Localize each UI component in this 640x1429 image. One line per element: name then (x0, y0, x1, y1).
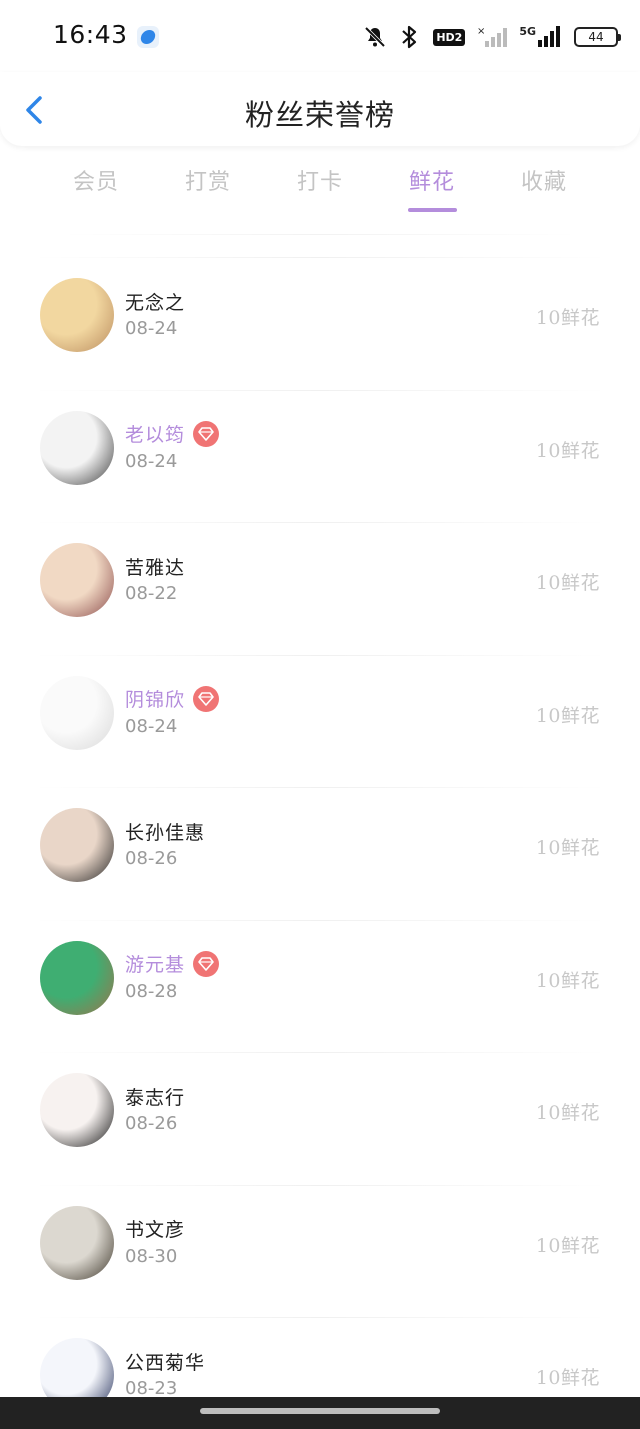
fan-name-line: 老以筠 (125, 420, 220, 447)
fan-name-line: 泰志行 (125, 1083, 185, 1109)
fan-row[interactable]: 无念之 08-24 10鲜花 (0, 248, 640, 381)
flower-count: 10鲜花 (535, 837, 600, 859)
system-nav-bar (0, 1397, 640, 1429)
fan-row[interactable]: 泰志行 08-26 10鲜花 (0, 1043, 640, 1176)
fan-name: 游元基 (125, 954, 186, 976)
fan-row[interactable]: 长孙佳惠 08-26 10鲜花 (0, 778, 640, 911)
flower-count: 10鲜花 (535, 1234, 600, 1257)
fan-date: 08-24 (125, 715, 178, 737)
fan-name: 公西菊华 (125, 1351, 206, 1374)
flower-count: 10鲜花 (535, 1102, 600, 1124)
page-title: 粉丝荣誉榜 (244, 98, 395, 132)
fan-name: 老以筠 (125, 424, 186, 446)
fan-list: 无念之 08-24 10鲜花 老以筠 08-24 10鲜花 苦雅达 08-22 10鲜花 阴锦欣 0… (0, 248, 640, 1429)
tab-tips[interactable]: 打赏 (152, 164, 264, 220)
fan-name: 无念之 (125, 291, 186, 314)
app-header: 粉丝荣誉榜 (0, 72, 640, 146)
status-bar: 16:43 HD2 × 5G 44 (0, 0, 640, 72)
fan-name-line: 阴锦欣 (125, 685, 220, 712)
fan-date: 08-24 (125, 450, 178, 472)
fan-date: 08-26 (125, 848, 178, 869)
fan-date: 08-23 (125, 1378, 178, 1399)
flower-count: 10鲜花 (535, 704, 600, 727)
avatar[interactable] (40, 410, 114, 485)
flower-count: 10鲜花 (535, 307, 600, 329)
tab-checkin[interactable]: 打卡 (264, 164, 376, 220)
fan-date: 08-30 (125, 1245, 178, 1267)
fan-date: 08-26 (125, 1113, 178, 1134)
status-time: 16:43 (53, 20, 128, 49)
fan-name: 长孙佳惠 (125, 821, 206, 844)
battery-icon: 44 (574, 27, 621, 47)
fan-date: 08-24 (125, 318, 178, 339)
status-icons: HD2 × 5G 44 (363, 22, 621, 52)
signal-5g-icon: 5G (519, 25, 562, 49)
fan-name: 苦雅达 (125, 556, 186, 579)
fan-name-line: 长孙佳惠 (125, 818, 205, 844)
avatar[interactable] (40, 278, 114, 352)
fan-name: 书文彦 (125, 1219, 186, 1241)
home-indicator[interactable] (200, 1408, 440, 1414)
network-label: 5G (519, 25, 536, 38)
fan-date: 08-28 (125, 980, 178, 1002)
tab-members[interactable]: 会员 (40, 164, 152, 220)
fan-name: 泰志行 (125, 1086, 186, 1109)
avatar[interactable] (40, 940, 114, 1015)
svg-text:×: × (477, 26, 485, 37)
tab-bar: 会员 打赏 打卡 鲜花 收藏 (40, 164, 600, 220)
tab-favorites[interactable]: 收藏 (488, 164, 600, 220)
signal-weak-icon: × (477, 26, 508, 47)
fan-row[interactable]: 老以筠 08-24 10鲜花 (0, 381, 640, 514)
app-icon (137, 26, 159, 48)
fan-row[interactable]: 书文彦 08-30 10鲜花 (0, 1176, 640, 1309)
diamond-icon (193, 950, 220, 977)
hd-icon: HD2 (433, 28, 466, 46)
fan-name-line: 书文彦 (125, 1216, 185, 1242)
fan-name-line: 公西菊华 (125, 1348, 205, 1374)
diamond-icon (193, 685, 220, 712)
tabs-divider (60, 234, 580, 235)
signal-bars-icon (538, 26, 560, 47)
flower-count: 10鲜花 (535, 969, 600, 992)
fan-name-line: 苦雅达 (125, 553, 185, 579)
diamond-icon (193, 420, 220, 447)
avatar[interactable] (40, 1205, 114, 1280)
flower-count: 10鲜花 (535, 1367, 600, 1389)
avatar[interactable] (40, 808, 114, 882)
fan-name: 阴锦欣 (125, 689, 186, 711)
fan-name-line: 无念之 (125, 288, 185, 314)
fan-name-line: 游元基 (125, 950, 220, 977)
fan-date: 08-22 (125, 583, 178, 604)
mute-bell-icon (365, 26, 386, 48)
bluetooth-icon (402, 25, 417, 49)
fan-row[interactable]: 苦雅达 08-22 10鲜花 (0, 513, 640, 646)
flower-count: 10鲜花 (535, 439, 600, 462)
fan-row[interactable]: 阴锦欣 08-24 10鲜花 (0, 646, 640, 779)
flower-count: 10鲜花 (535, 572, 600, 594)
avatar[interactable] (40, 543, 114, 617)
avatar[interactable] (40, 675, 114, 750)
tab-flowers[interactable]: 鲜花 (376, 164, 488, 220)
fan-row[interactable]: 游元基 08-28 10鲜花 (0, 911, 640, 1044)
avatar[interactable] (40, 1073, 114, 1147)
